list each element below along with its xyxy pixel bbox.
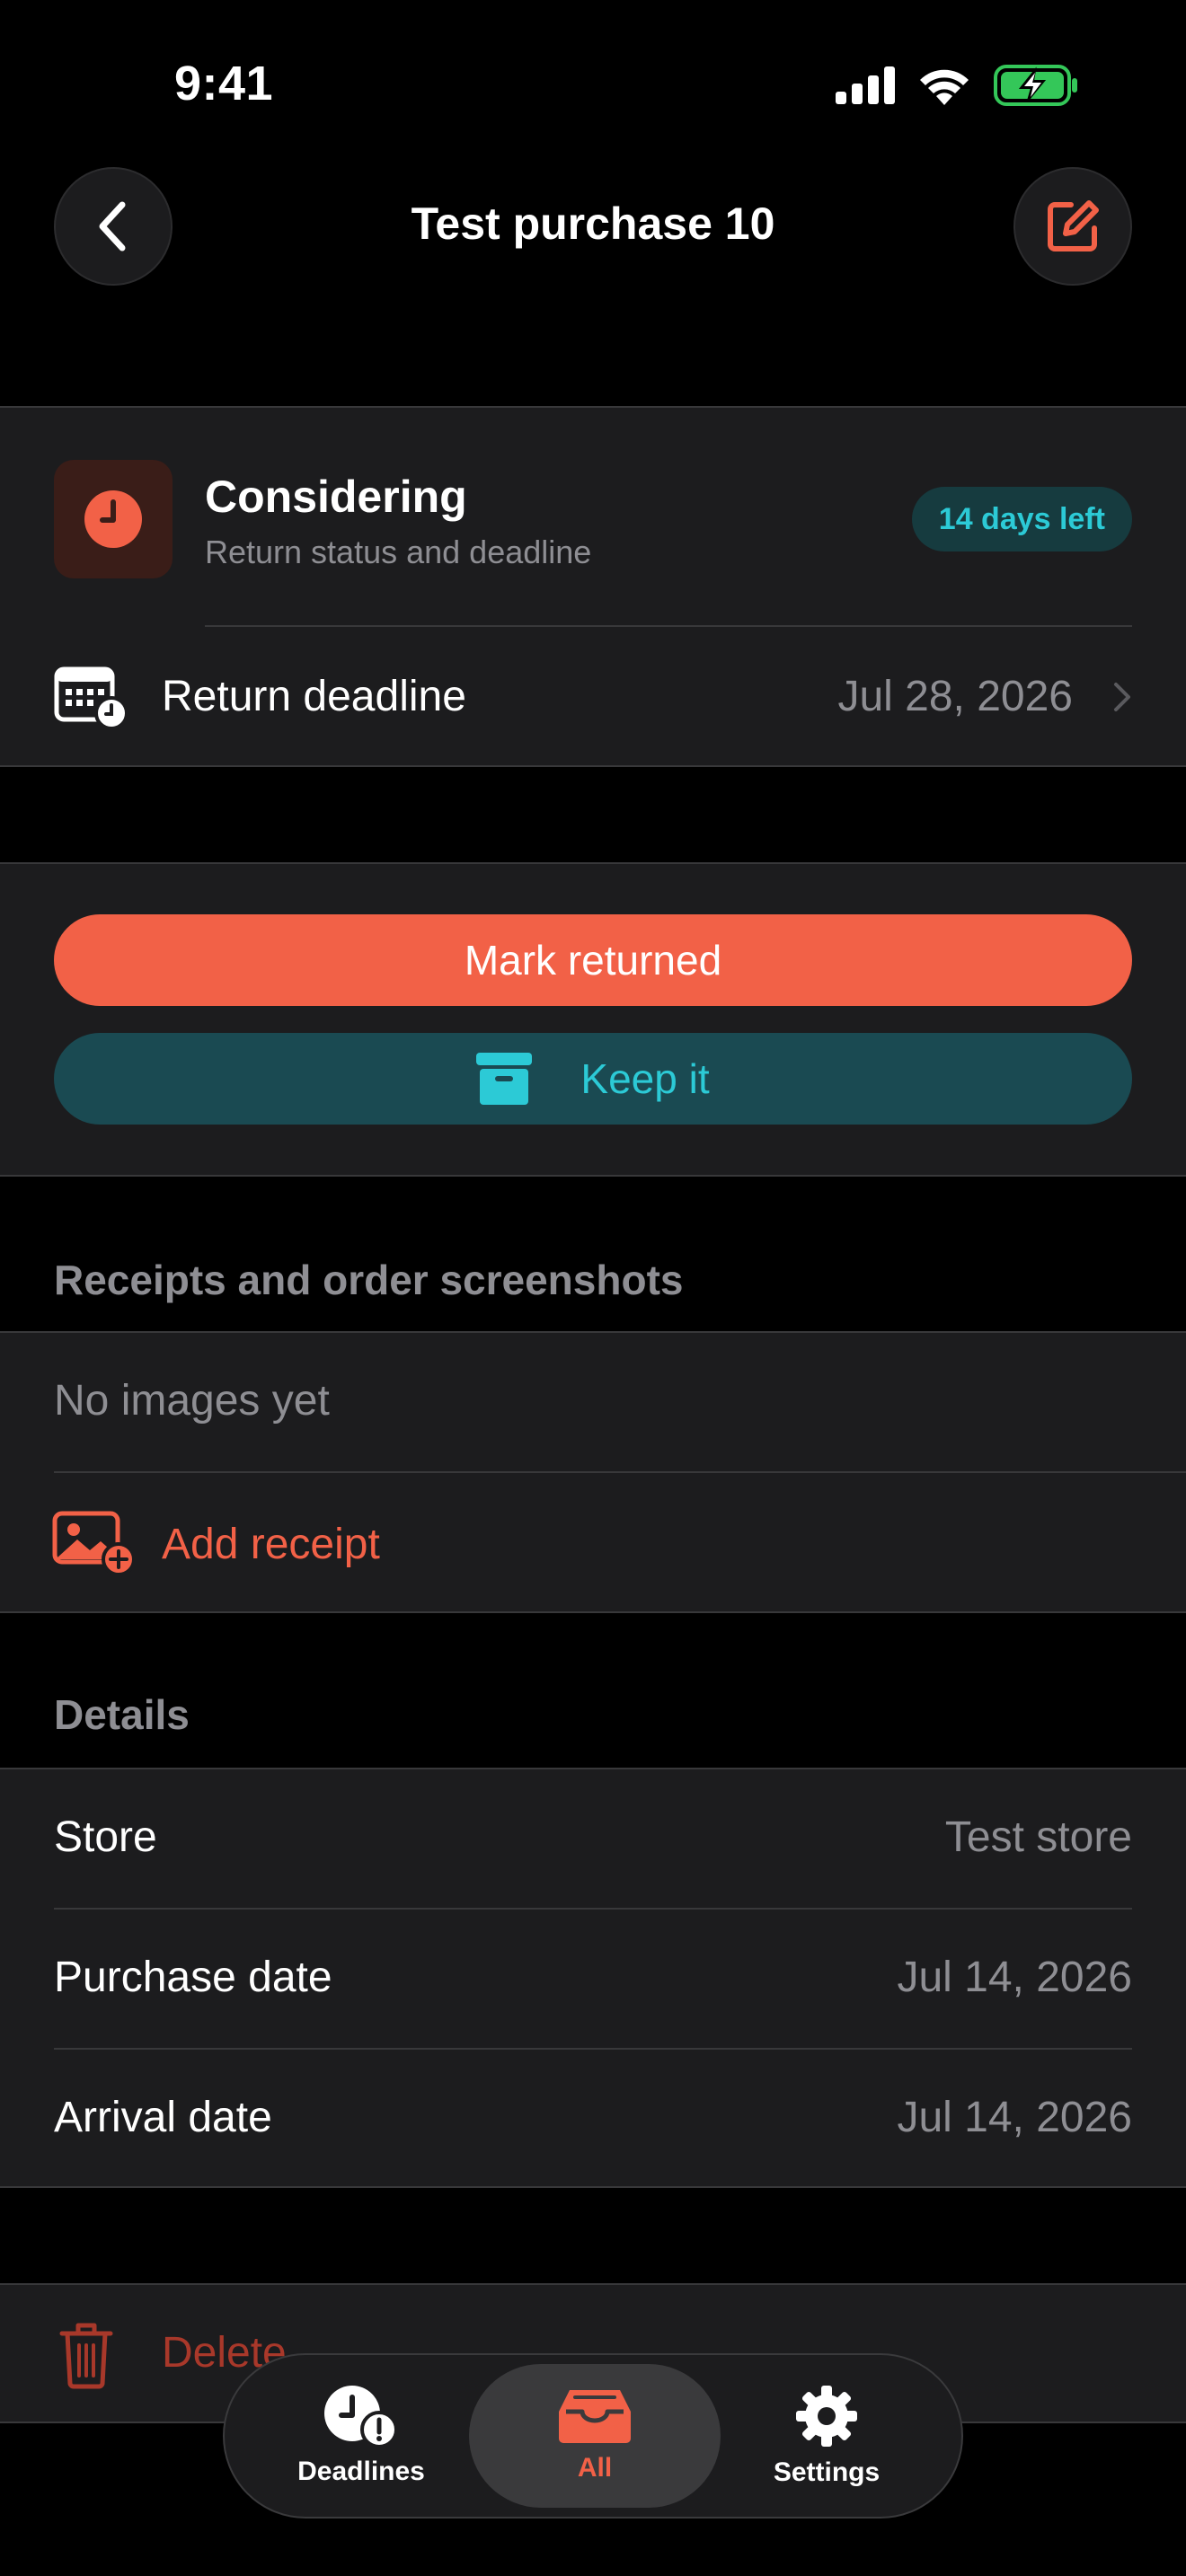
return-deadline-value: Jul 28, 2026 — [837, 673, 1073, 720]
status-time: 9:41 — [174, 57, 274, 110]
chevron-right-icon — [1114, 683, 1130, 711]
edit-icon — [1048, 200, 1099, 251]
add-receipt-label: Add receipt — [162, 1521, 380, 1568]
detail-row-store: Store Test store — [0, 1769, 1186, 1908]
arrival-date-value: Jul 14, 2026 — [897, 2094, 1132, 2141]
status-title: Considering — [205, 472, 467, 522]
battery-charging-icon — [994, 65, 1077, 106]
detail-row-purchase-date: Purchase date Jul 14, 2026 — [0, 1910, 1186, 2048]
tab-settings[interactable]: Settings — [701, 2364, 952, 2508]
wifi-icon — [920, 69, 969, 105]
purchase-detail-screen: 9:41 Test purchase 10 Considering Return… — [0, 0, 1186, 2576]
tab-deadlines[interactable]: Deadlines — [235, 2364, 487, 2508]
detail-row-arrival-date: Arrival date Jul 14, 2026 — [0, 2050, 1186, 2188]
cellular-signal-icon — [836, 66, 895, 104]
receipts-section: No images yet Add receipt — [0, 1331, 1186, 1613]
arrival-date-label: Arrival date — [54, 2094, 272, 2141]
mark-returned-button[interactable]: Mark returned — [54, 914, 1132, 1006]
actions-section: Mark returned Keep it — [0, 862, 1186, 1177]
no-images-text: No images yet — [54, 1377, 330, 1425]
return-deadline-label: Return deadline — [162, 673, 466, 720]
trash-icon — [59, 2323, 113, 2389]
clock-alert-icon — [324, 2386, 398, 2448]
status-card: Considering Return status and deadline 1… — [0, 406, 1186, 767]
tab-deadlines-label: Deadlines — [297, 2457, 425, 2486]
tab-bar: Deadlines All Settings — [223, 2353, 963, 2519]
status-subtitle: Return status and deadline — [205, 534, 592, 570]
store-label: Store — [54, 1813, 157, 1861]
days-left-badge: 14 days left — [911, 487, 1132, 551]
page-title: Test purchase 10 — [411, 198, 775, 249]
tab-all-label: All — [577, 2453, 613, 2483]
add-receipt-button[interactable]: Add receipt — [0, 1473, 1186, 1613]
details-section: Store Test store Purchase date Jul 14, 2… — [0, 1768, 1186, 2188]
receipts-header: Receipts and order screenshots — [54, 1257, 684, 1303]
tray-icon — [559, 2390, 631, 2443]
return-deadline-row[interactable]: Return deadline Jul 28, 2026 — [0, 627, 1186, 767]
add-photo-icon — [52, 1511, 135, 1575]
edit-button[interactable] — [1013, 167, 1132, 286]
details-header: Details — [54, 1691, 190, 1738]
purchase-date-label: Purchase date — [54, 1954, 332, 2001]
keep-it-label: Keep it — [580, 1055, 710, 1102]
status-icons — [836, 63, 1078, 108]
purchase-date-value: Jul 14, 2026 — [897, 1954, 1132, 2001]
calendar-clock-icon — [54, 666, 128, 729]
store-value: Test store — [944, 1813, 1132, 1861]
keep-it-button[interactable]: Keep it — [54, 1033, 1132, 1125]
archive-box-icon — [476, 1053, 533, 1105]
tab-settings-label: Settings — [773, 2457, 881, 2487]
gear-icon — [796, 2386, 857, 2447]
clock-icon — [84, 490, 142, 548]
status-icon-box — [54, 460, 173, 578]
tab-all[interactable]: All — [469, 2364, 721, 2508]
